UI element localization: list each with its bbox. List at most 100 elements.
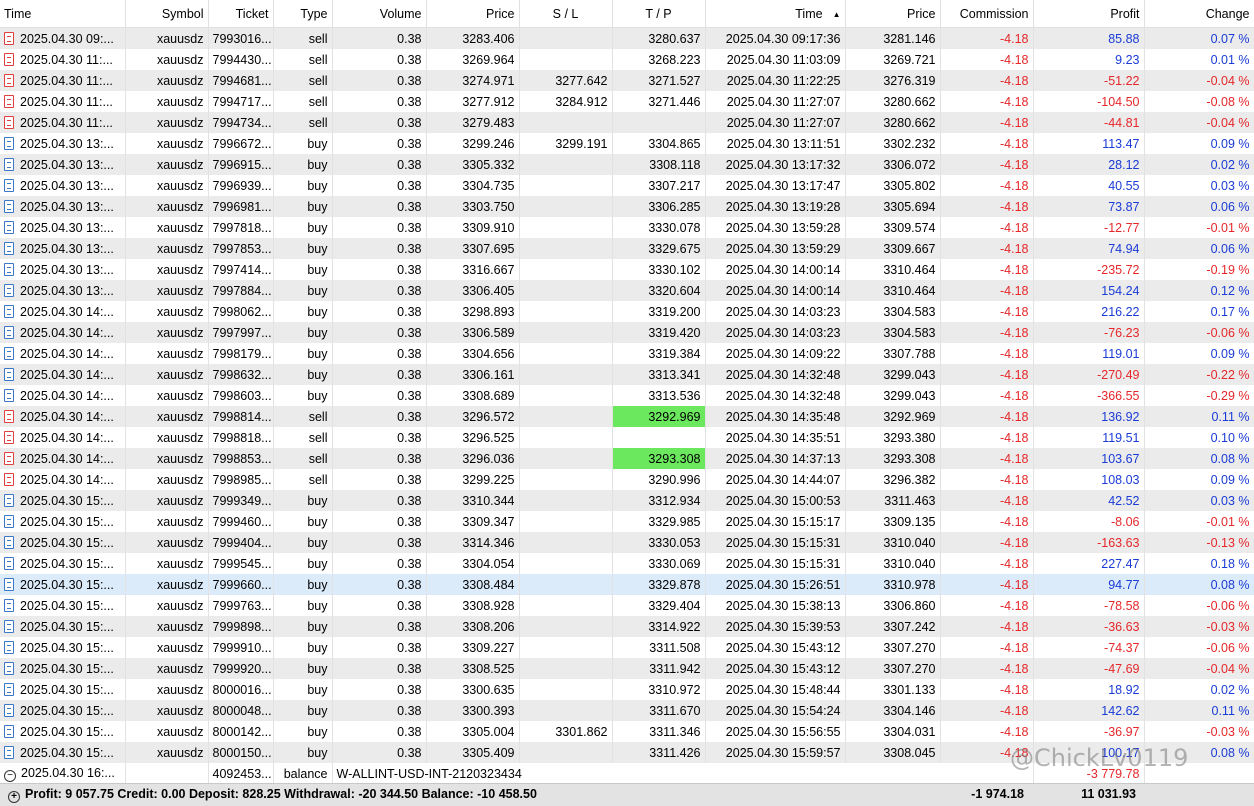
table-row[interactable]: 2025.04.30 14:... xauusdz 7998062... buy 0.3…: [0, 301, 1254, 322]
table-row[interactable]: 2025.04.30 11:... xauusdz 7994734... sell 0.…: [0, 112, 1254, 133]
table-row[interactable]: 2025.04.30 15:... xauusdz 7999545... buy 0.3…: [0, 553, 1254, 574]
table-row[interactable]: 2025.04.30 15:... xauusdz 7999910... buy 0.3…: [0, 637, 1254, 658]
cell-tp: 3271.527: [612, 70, 706, 91]
cell-close-time: 2025.04.30 14:00:14: [705, 280, 846, 301]
history-table: Time Symbol Ticket Type Volume Price S /…: [0, 0, 1254, 784]
table-row[interactable]: 2025.04.30 13:... xauusdz 7997884... buy 0.3…: [0, 280, 1254, 301]
cell-type: buy: [273, 490, 333, 511]
col-header-close-time[interactable]: Time ▲: [705, 0, 846, 28]
table-row[interactable]: 2025.04.30 14:... xauusdz 7998814... sell 0.…: [0, 406, 1254, 427]
table-row[interactable]: 2025.04.30 13:... xauusdz 7996915... buy 0.3…: [0, 154, 1254, 175]
col-header-change[interactable]: Change: [1144, 0, 1254, 28]
buy-deal-icon: [4, 346, 14, 360]
col-header-tp[interactable]: T / P: [612, 0, 706, 28]
table-row[interactable]: 2025.04.30 14:... xauusdz 7998632... buy 0.3…: [0, 364, 1254, 385]
col-header-sl[interactable]: S / L: [519, 0, 613, 28]
table-row[interactable]: 2025.04.30 15:... xauusdz 8000048... buy 0.3…: [0, 700, 1254, 721]
cell-open-time: 2025.04.30 14:...: [0, 301, 126, 322]
col-header-ticket[interactable]: Ticket: [208, 0, 274, 28]
table-row[interactable]: 2025.04.30 13:... xauusdz 7997853... buy 0.3…: [0, 238, 1254, 259]
cell-close-price: 3310.464: [845, 259, 941, 280]
col-header-commission[interactable]: Commission: [940, 0, 1034, 28]
cell-symbol: xauusdz: [125, 574, 209, 595]
cell-type: buy: [273, 637, 333, 658]
col-header-price[interactable]: Price: [426, 0, 520, 28]
cell-close-price: 3305.802: [845, 175, 941, 196]
table-row[interactable]: 2025.04.30 14:... xauusdz 7998853... sell 0.…: [0, 448, 1254, 469]
col-header-volume[interactable]: Volume: [332, 0, 427, 28]
open-time-text: 2025.04.30 16:...: [21, 765, 115, 780]
cell-type: buy: [273, 259, 333, 280]
table-row[interactable]: 2025.04.30 15:... xauusdz 7999349... buy 0.3…: [0, 490, 1254, 511]
cell-close-price: 3310.040: [845, 553, 941, 574]
cell-symbol: xauusdz: [125, 385, 209, 406]
table-row[interactable]: 2025.04.30 14:... xauusdz 7998179... buy 0.3…: [0, 343, 1254, 364]
buy-deal-icon: [4, 367, 14, 381]
cell-tp: 3320.604: [612, 280, 706, 301]
cell-close-price: 3308.045: [845, 742, 941, 763]
col-header-profit[interactable]: Profit: [1033, 0, 1145, 28]
cell-type: sell: [273, 112, 333, 133]
table-row[interactable]: 2025.04.30 11:... xauusdz 7994681... sell 0.…: [0, 70, 1254, 91]
cell-symbol: [125, 763, 209, 784]
table-row[interactable]: 2025.04.30 13:... xauusdz 7997818... buy 0.3…: [0, 217, 1254, 238]
cell-change: -0.08 %: [1144, 91, 1254, 112]
table-row[interactable]: 2025.04.30 15:... xauusdz 7999404... buy 0.3…: [0, 532, 1254, 553]
cell-ticket: 7999460...: [208, 511, 274, 532]
table-row[interactable]: 2025.04.30 13:... xauusdz 7997414... buy 0.3…: [0, 259, 1254, 280]
table-row[interactable]: 2025.04.30 15:... xauusdz 8000142... buy 0.3…: [0, 721, 1254, 742]
table-row[interactable]: 2025.04.30 15:... xauusdz 7999763... buy 0.3…: [0, 595, 1254, 616]
table-row[interactable]: 2025.04.30 15:... xauusdz 7999460... buy 0.3…: [0, 511, 1254, 532]
buy-deal-icon: [4, 577, 14, 591]
buy-deal-icon: [4, 220, 14, 234]
table-row[interactable]: 2025.04.30 15:... xauusdz 7999660... buy 0.3…: [0, 574, 1254, 595]
collapse-icon[interactable]: −: [4, 769, 16, 782]
cell-symbol: xauusdz: [125, 406, 209, 427]
open-time-text: 2025.04.30 15:...: [20, 640, 114, 655]
table-row[interactable]: 2025.04.30 14:... xauusdz 7997997... buy 0.3…: [0, 322, 1254, 343]
col-header-open-time[interactable]: Time: [0, 0, 126, 28]
cell-close-time: 2025.04.30 15:48:44: [705, 679, 846, 700]
expand-icon[interactable]: +: [8, 791, 20, 803]
cell-close-price: 3304.031: [845, 721, 941, 742]
table-row[interactable]: 2025.04.30 13:... xauusdz 7996939... buy 0.3…: [0, 175, 1254, 196]
cell-commission: -4.18: [940, 490, 1034, 511]
table-row[interactable]: 2025.04.30 11:... xauusdz 7994430... sell 0.…: [0, 49, 1254, 70]
buy-deal-icon: [4, 136, 14, 150]
cell-type: buy: [273, 595, 333, 616]
cell-ticket: 7994430...: [208, 49, 274, 70]
cell-close-time: 2025.04.30 15:26:51: [705, 574, 846, 595]
table-row[interactable]: 2025.04.30 09:... xauusdz 7993016... sell 0.…: [0, 27, 1254, 49]
cell-open-time: −2025.04.30 16:...: [0, 763, 126, 784]
cell-close-time: 2025.04.30 14:03:23: [705, 322, 846, 343]
col-header-symbol[interactable]: Symbol: [125, 0, 209, 28]
table-row[interactable]: 2025.04.30 15:... xauusdz 8000016... buy 0.3…: [0, 679, 1254, 700]
table-row[interactable]: 2025.04.30 14:... xauusdz 7998818... sell 0.…: [0, 427, 1254, 448]
cell-volume: 0.38: [332, 70, 427, 91]
cell-commission: -4.18: [940, 301, 1034, 322]
col-header-close-price[interactable]: Price: [845, 0, 941, 28]
cell-change: -0.04 %: [1144, 112, 1254, 133]
table-row[interactable]: 2025.04.30 11:... xauusdz 7994717... sell 0.…: [0, 91, 1254, 112]
cell-price: 3304.054: [426, 553, 520, 574]
table-row[interactable]: 2025.04.30 13:... xauusdz 7996672... buy 0.3…: [0, 133, 1254, 154]
col-header-type[interactable]: Type: [273, 0, 333, 28]
cell-close-time: 2025.04.30 14:03:23: [705, 301, 846, 322]
cell-sl: [519, 406, 613, 427]
cell-type: buy: [273, 238, 333, 259]
cell-open-time: 2025.04.30 15:...: [0, 637, 126, 658]
cell-close-time: 2025.04.30 15:56:55: [705, 721, 846, 742]
cell-ticket: 7999910...: [208, 637, 274, 658]
cell-volume: 0.38: [332, 175, 427, 196]
buy-deal-icon: [4, 262, 14, 276]
table-row[interactable]: 2025.04.30 14:... xauusdz 7998603... buy 0.3…: [0, 385, 1254, 406]
table-row[interactable]: 2025.04.30 15:... xauusdz 7999920... buy 0.3…: [0, 658, 1254, 679]
table-row[interactable]: 2025.04.30 15:... xauusdz 7999898... buy 0.3…: [0, 616, 1254, 637]
table-row[interactable]: 2025.04.30 13:... xauusdz 7996981... buy 0.3…: [0, 196, 1254, 217]
cell-price: 3306.589: [426, 322, 520, 343]
cell-profit: 119.01: [1033, 343, 1145, 364]
table-row[interactable]: 2025.04.30 14:... xauusdz 7998985... sell 0.…: [0, 469, 1254, 490]
cell-volume: 0.38: [332, 196, 427, 217]
cell-commission: -4.18: [940, 91, 1034, 112]
cell-profit: 227.47: [1033, 553, 1145, 574]
